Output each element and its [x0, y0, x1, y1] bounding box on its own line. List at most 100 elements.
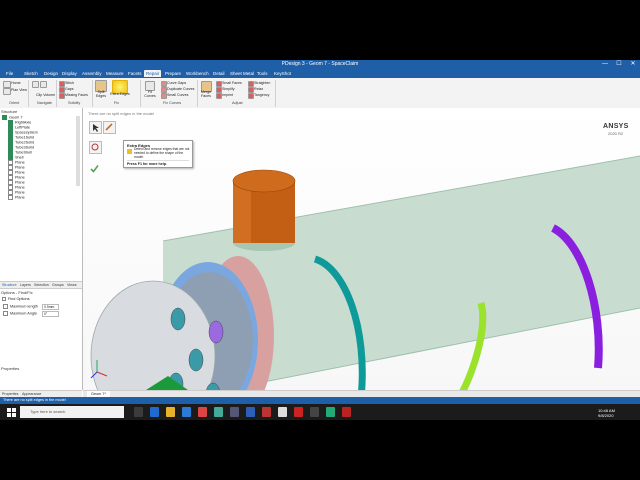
tube-hole — [188, 348, 204, 372]
tab-groups[interactable]: Groups — [52, 282, 64, 288]
menu-detail[interactable]: Detail — [211, 70, 227, 77]
nozzle-top — [232, 169, 296, 193]
missing-faces-button[interactable]: Missing Faces — [65, 93, 88, 97]
options-header: Options - Find/Fix — [1, 290, 33, 295]
checkbox-icon[interactable] — [3, 304, 8, 309]
group-fix-label: Fix — [114, 101, 120, 105]
plan-view-icon — [3, 88, 11, 95]
tangency-button[interactable]: Tangency — [254, 93, 269, 97]
simplify-button[interactable]: Simplify — [222, 87, 235, 91]
pan-icon[interactable] — [40, 81, 47, 88]
task-view-icon[interactable] — [134, 407, 143, 417]
tree-item-label: TubeShell — [15, 150, 32, 155]
clip-volume-button[interactable]: Clip Volume — [36, 93, 55, 97]
menu-sketch[interactable]: Sketch — [22, 70, 40, 77]
home-icon — [3, 81, 11, 88]
checkbox-icon[interactable] — [2, 115, 7, 120]
tree-item-label: Tube1Solid — [15, 135, 35, 140]
close-button[interactable]: ✕ — [626, 60, 640, 69]
ribbon-separator — [28, 80, 29, 107]
menu-prepare[interactable]: Prepare — [163, 70, 183, 77]
menu-display[interactable]: Display — [60, 70, 79, 77]
status-bar: There are no split edges in the model — [0, 397, 640, 404]
relax-button[interactable]: Relax — [254, 87, 263, 91]
extra-edges-button[interactable]: Extra Edges — [110, 92, 130, 96]
app-icon[interactable] — [262, 407, 271, 417]
app-icon[interactable] — [150, 407, 159, 417]
menu-repair[interactable]: Repair — [144, 70, 162, 77]
windows-start-icon[interactable] — [4, 405, 18, 419]
taskbar-search[interactable]: Type here to search — [20, 406, 124, 418]
menu-file[interactable]: File — [4, 70, 15, 77]
group-orient-label: Orient — [9, 101, 20, 105]
ribbon-separator — [140, 80, 141, 107]
tree-item-label: Plane — [15, 175, 25, 180]
app-icon[interactable] — [214, 407, 223, 417]
ribbon-separator — [275, 80, 276, 107]
plan-view-button[interactable]: Plan View — [11, 88, 27, 92]
gaps-button[interactable]: Gaps — [65, 87, 74, 91]
collapse-icon[interactable] — [2, 297, 6, 301]
small-curves-button[interactable]: Small Curves — [167, 93, 188, 97]
imprint-button[interactable]: Imprint — [222, 93, 233, 97]
tree-item-label: Plane — [15, 170, 25, 175]
menu-design[interactable]: Design — [42, 70, 60, 77]
application-window: PDesign 3 - Geom 7 - SpaceClaim — ☐ ✕ Fi… — [0, 60, 640, 420]
menu-assembly[interactable]: Assembly — [80, 70, 104, 77]
curve-gaps-button[interactable]: Curve Gaps — [167, 81, 186, 85]
find-options-toggle[interactable]: Find Options — [2, 297, 30, 302]
tab-structure[interactable]: Structure — [2, 282, 17, 288]
app-icon[interactable] — [278, 407, 287, 417]
tree-item-label: Shell — [15, 155, 24, 160]
window-title: PDesign 3 - Geom 7 - SpaceClaim — [281, 61, 359, 67]
menu-bar: File Sketch Design Display Assembly Meas… — [0, 69, 640, 78]
split-edges-button[interactable]: Split Edges — [94, 90, 108, 99]
app-icon[interactable] — [198, 407, 207, 417]
app-icon[interactable] — [342, 407, 351, 417]
minimize-button[interactable]: — — [598, 60, 612, 69]
fit-curves-button[interactable]: Fit Curves — [143, 90, 157, 99]
menu-workbench[interactable]: Workbench — [184, 70, 211, 77]
duplicate-curves-button[interactable]: Duplicate Curves — [167, 87, 194, 91]
home-button[interactable]: Home — [11, 81, 21, 85]
straighten-button[interactable]: Straighten — [254, 81, 270, 85]
tree-scrollbar[interactable] — [76, 116, 80, 186]
search-placeholder: Type here to search — [30, 409, 66, 414]
maximize-button[interactable]: ☐ — [612, 60, 626, 69]
small-faces-button[interactable]: Small Faces — [222, 81, 242, 85]
tab-views[interactable]: Views — [67, 282, 77, 288]
properties-header: Properties — [1, 366, 20, 371]
tree-item-label: Plane — [15, 180, 25, 185]
max-length-field[interactable]: 0.5mm — [42, 304, 59, 310]
tray-date: 9/8/2020 — [598, 413, 614, 418]
checkbox-icon[interactable] — [3, 311, 8, 316]
stitch-button[interactable]: Stitch — [65, 81, 74, 85]
arrow-icon[interactable] — [32, 81, 39, 88]
app-icon[interactable] — [326, 407, 335, 417]
app-icon[interactable] — [294, 407, 303, 417]
merge-faces-button[interactable]: Merge Faces — [199, 90, 213, 99]
app-icon[interactable] — [246, 407, 255, 417]
max-angle-field[interactable]: 0° — [42, 311, 59, 317]
tree-item-label: Plane — [15, 185, 25, 190]
tree-item-label: Plane — [15, 165, 25, 170]
menu-sheet-metal[interactable]: Sheet Metal — [228, 70, 256, 77]
tab-layers[interactable]: Layers — [20, 282, 31, 288]
checkbox-icon[interactable] — [8, 195, 13, 200]
menu-tools[interactable]: Tools — [255, 70, 270, 77]
extra-edges-icon — [127, 149, 132, 154]
menu-measure[interactable]: Measure — [104, 70, 126, 77]
app-icon[interactable] — [310, 407, 319, 417]
tooltip-help: Press F1 for more help. — [127, 160, 189, 166]
file-explorer-icon[interactable] — [166, 407, 175, 417]
tab-selection[interactable]: Selection — [34, 282, 49, 288]
ribbon: Home Plan View Orient Clip Volume Naviga… — [0, 78, 640, 109]
menu-keyshot[interactable]: KeyShot — [272, 70, 293, 77]
app-icon[interactable] — [182, 407, 191, 417]
tree-item[interactable]: Plane — [8, 195, 25, 200]
tube-hole — [170, 307, 186, 331]
tree-item-label: Plane — [15, 160, 25, 165]
app-icon[interactable] — [230, 407, 239, 417]
find-options-label: Find Options — [8, 297, 30, 301]
menu-facets[interactable]: Facets — [126, 70, 144, 77]
